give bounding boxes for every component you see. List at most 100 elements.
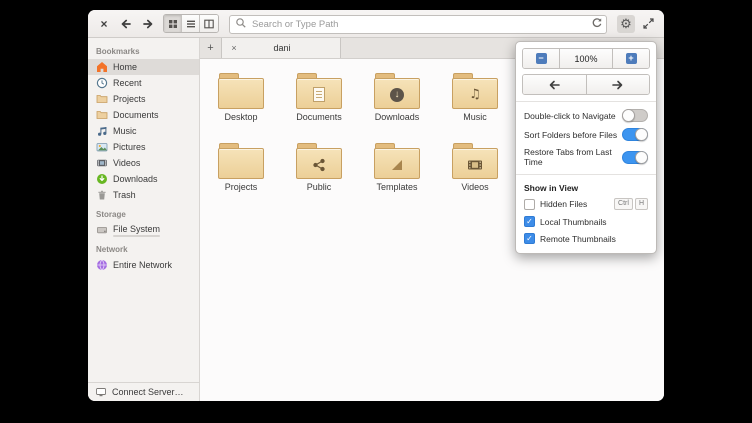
setting-double-click: Double-click to Navigate — [516, 106, 656, 125]
sidebar-item-projects[interactable]: Projects — [88, 91, 199, 107]
refresh-button[interactable] — [590, 16, 604, 30]
tab-close-icon: × — [231, 43, 237, 53]
file-public[interactable]: Public — [280, 143, 358, 213]
new-tab-button[interactable]: + — [200, 38, 221, 58]
sidebar-item-file-system[interactable]: File System — [88, 222, 199, 238]
setting-label: Restore Tabs from Last Time — [524, 147, 612, 167]
undo-redo-group — [522, 74, 650, 95]
home-icon — [97, 62, 107, 72]
sidebar-item-label: Projects — [113, 94, 146, 104]
setting-sort-folders: Sort Folders before Files — [516, 125, 656, 144]
connect-server-label: Connect Server… — [112, 387, 184, 397]
document-glyph — [313, 87, 325, 102]
zoom-out-button[interactable]: − — [523, 49, 559, 68]
folder-icon — [218, 143, 264, 179]
forward-arrow-icon — [143, 19, 153, 28]
search-input[interactable] — [229, 15, 607, 34]
fullscreen-button[interactable] — [639, 15, 657, 33]
setting-hidden-files: Hidden Files Ctrl H — [516, 195, 656, 213]
check-icon: ✓ — [526, 233, 533, 243]
folder-icon — [96, 111, 108, 119]
remote-thumbnails-checkbox[interactable]: ✓ — [524, 233, 535, 244]
file-label: Music — [463, 112, 487, 122]
folder-icon — [218, 73, 264, 109]
key-badge: Ctrl — [614, 198, 633, 210]
connect-server-button[interactable]: Connect Server… — [88, 382, 199, 401]
file-desktop[interactable]: Desktop — [202, 73, 280, 143]
sidebar-item-documents[interactable]: Documents — [88, 107, 199, 123]
column-view-icon — [204, 19, 214, 28]
shortcut-keys: Ctrl H — [614, 198, 648, 210]
separator — [516, 101, 656, 102]
hidden-files-checkbox[interactable] — [524, 198, 535, 210]
double-click-toggle[interactable] — [622, 109, 648, 122]
redo-button[interactable] — [585, 75, 649, 94]
toggle-knob — [622, 109, 635, 122]
view-switcher — [163, 14, 219, 33]
undo-button[interactable] — [523, 75, 586, 94]
tab-close-button[interactable]: × — [228, 43, 240, 53]
sidebar-item-label: Videos — [113, 158, 141, 168]
sidebar-section-network: Network — [96, 245, 128, 254]
storage-usage-bar — [113, 234, 161, 237]
restore-tabs-toggle[interactable] — [622, 150, 648, 164]
expand-icon — [642, 18, 654, 29]
back-button[interactable] — [117, 15, 135, 33]
close-icon: × — [100, 16, 108, 31]
grid-view-button[interactable] — [164, 15, 182, 32]
forward-button[interactable] — [139, 15, 157, 33]
picture-icon — [96, 143, 108, 152]
redo-arrow-icon — [611, 80, 623, 89]
settings-button[interactable]: ⚙ — [617, 14, 635, 33]
local-thumbnails-checkbox[interactable]: ✓ — [524, 216, 535, 227]
share-glyph — [313, 158, 325, 171]
sidebar-item-label: Entire Network — [113, 260, 173, 270]
download-arrow-glyph: ↓ — [390, 87, 404, 102]
network-globe-icon — [97, 259, 107, 271]
search-field-wrap — [229, 14, 607, 34]
file-music[interactable]: ♫ Music — [436, 73, 514, 143]
sidebar-item-downloads[interactable]: Downloads — [88, 171, 199, 187]
music-note-glyph: ♫ — [469, 87, 481, 102]
close-window-button[interactable]: × — [95, 15, 113, 33]
folder-templates-icon — [374, 143, 420, 179]
list-view-icon — [186, 20, 195, 27]
show-in-view-title: Show in View — [524, 183, 579, 193]
separator — [516, 174, 656, 175]
sidebar-item-music[interactable]: Music — [88, 123, 199, 139]
file-system-label-wrap: File System — [113, 224, 161, 237]
list-view-button[interactable] — [182, 15, 200, 32]
sidebar-item-label: Documents — [113, 110, 159, 120]
undo-arrow-icon — [549, 80, 561, 89]
column-view-button[interactable] — [200, 15, 218, 32]
file-videos[interactable]: Videos — [436, 143, 514, 213]
sidebar-item-trash[interactable]: Trash — [88, 187, 199, 203]
check-icon: ✓ — [526, 216, 533, 226]
sidebar-item-videos[interactable]: Videos — [88, 155, 199, 171]
file-label: Public — [306, 182, 332, 192]
toolbar: × ⚙ — [88, 10, 664, 38]
sidebar-item-recent[interactable]: Recent — [88, 75, 199, 91]
sort-folders-toggle[interactable] — [622, 128, 648, 141]
file-downloads[interactable]: ↓ Downloads — [358, 73, 436, 143]
sidebar-item-home[interactable]: Home — [88, 59, 199, 75]
setting-label: Hidden Files — [540, 199, 588, 209]
folder-public-icon — [296, 143, 342, 179]
setting-label: Sort Folders before Files — [524, 129, 618, 140]
file-templates[interactable]: Templates — [358, 143, 436, 213]
zoom-in-button[interactable]: + — [613, 49, 649, 68]
file-projects[interactable]: Projects — [202, 143, 280, 213]
sidebar-item-entire-network[interactable]: Entire Network — [88, 257, 199, 273]
grid-view-icon — [168, 19, 177, 28]
sidebar-item-pictures[interactable]: Pictures — [88, 139, 199, 155]
setting-label: Double-click to Navigate — [524, 110, 616, 121]
folder-videos-icon — [452, 143, 498, 179]
sidebar: Bookmarks Home Recent Projects Documents… — [88, 38, 200, 401]
setting-restore-tabs: Restore Tabs from Last Time — [516, 144, 656, 170]
toggle-knob — [635, 150, 648, 164]
gear-icon: ⚙ — [620, 15, 632, 31]
tab-dani[interactable]: × dani — [221, 38, 341, 58]
file-documents[interactable]: Documents — [280, 73, 358, 143]
setting-remote-thumbnails: ✓ Remote Thumbnails — [516, 230, 656, 247]
